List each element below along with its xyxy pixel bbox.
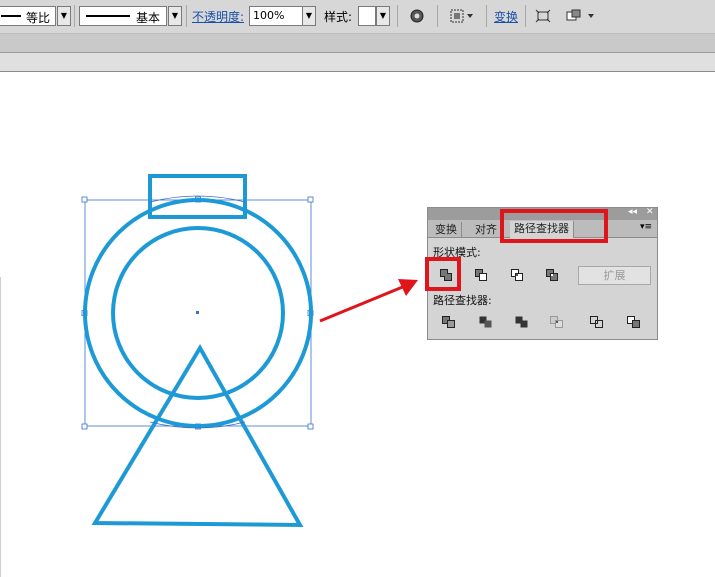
stroke-profile-dropdown[interactable]: 基本: [79, 6, 167, 26]
isolate-icon[interactable]: [535, 9, 551, 23]
handle-top-right: [307, 196, 314, 203]
merge-icon[interactable]: [513, 313, 531, 331]
tab-align[interactable]: 对齐: [471, 222, 502, 237]
opacity-value: 100%: [253, 9, 285, 22]
highlight-unite-button: [425, 257, 461, 291]
collapse-icon[interactable]: ◂◂: [628, 207, 637, 217]
transform-link[interactable]: 变换: [494, 8, 518, 25]
triangle-shape: [91, 344, 304, 528]
handle-top-left: [81, 196, 88, 203]
stroke-line-icon: [86, 15, 130, 17]
handle-bottom-right: [307, 423, 314, 430]
divider: [486, 5, 487, 27]
intersect-icon[interactable]: [508, 266, 526, 284]
chevron-down-icon[interactable]: ▼: [376, 6, 390, 26]
outline-icon[interactable]: [588, 313, 606, 331]
minus-front-icon[interactable]: [472, 266, 490, 284]
style-label: 样式:: [324, 10, 353, 24]
opacity-link[interactable]: 不透明度:: [192, 8, 244, 25]
align-options-icon[interactable]: [450, 9, 476, 23]
tab-bar: [0, 34, 715, 53]
exclude-icon[interactable]: [543, 266, 561, 284]
ruler-bar: [0, 53, 715, 72]
pathfinder-panel: ◂◂ ✕ 变换 对齐 路径查找器 ▾≡ 形状模式: 扩展 路径查找器:: [425, 207, 658, 340]
divider: [397, 5, 398, 27]
crop-icon[interactable]: [548, 313, 566, 331]
handle-bottom-left: [81, 423, 88, 430]
chevron-down-icon[interactable]: ▼: [302, 6, 316, 26]
trim-icon[interactable]: [477, 313, 495, 331]
divider: [525, 5, 526, 27]
panel-menu-icon[interactable]: ▾≡: [640, 222, 652, 232]
divider: [186, 5, 187, 27]
recolor-icon[interactable]: [410, 9, 424, 23]
center-point: [196, 311, 199, 314]
width-profile-dropdown[interactable]: 等比: [0, 6, 56, 26]
pathfinders-label: 路径查找器:: [433, 294, 492, 307]
stroke-profile-label: 基本: [136, 11, 161, 25]
arrange-documents-icon[interactable]: [566, 9, 596, 23]
chevron-down-icon[interactable]: ▼: [168, 6, 182, 26]
minus-back-icon[interactable]: [625, 313, 643, 331]
stroke-line-icon: [1, 15, 21, 17]
divide-icon[interactable]: [440, 313, 458, 331]
divider: [437, 5, 438, 27]
chevron-down-icon[interactable]: ▼: [57, 6, 71, 26]
ratio-label: 等比: [26, 11, 51, 25]
divider: [74, 5, 75, 27]
expand-button[interactable]: 扩展: [578, 266, 651, 285]
close-icon[interactable]: ✕: [646, 207, 654, 217]
style-swatch[interactable]: [358, 6, 376, 26]
opacity-input[interactable]: 100%: [249, 6, 303, 26]
rectangle-shape: [148, 174, 247, 219]
highlight-pathfinder-tab: [500, 209, 608, 243]
red-arrow: [319, 284, 406, 323]
control-toolbar: 等比 ▼ 基本 ▼ 不透明度: 100% ▼ 样式: ▼ 变换: [0, 0, 715, 34]
tab-transform[interactable]: 变换: [431, 222, 462, 237]
